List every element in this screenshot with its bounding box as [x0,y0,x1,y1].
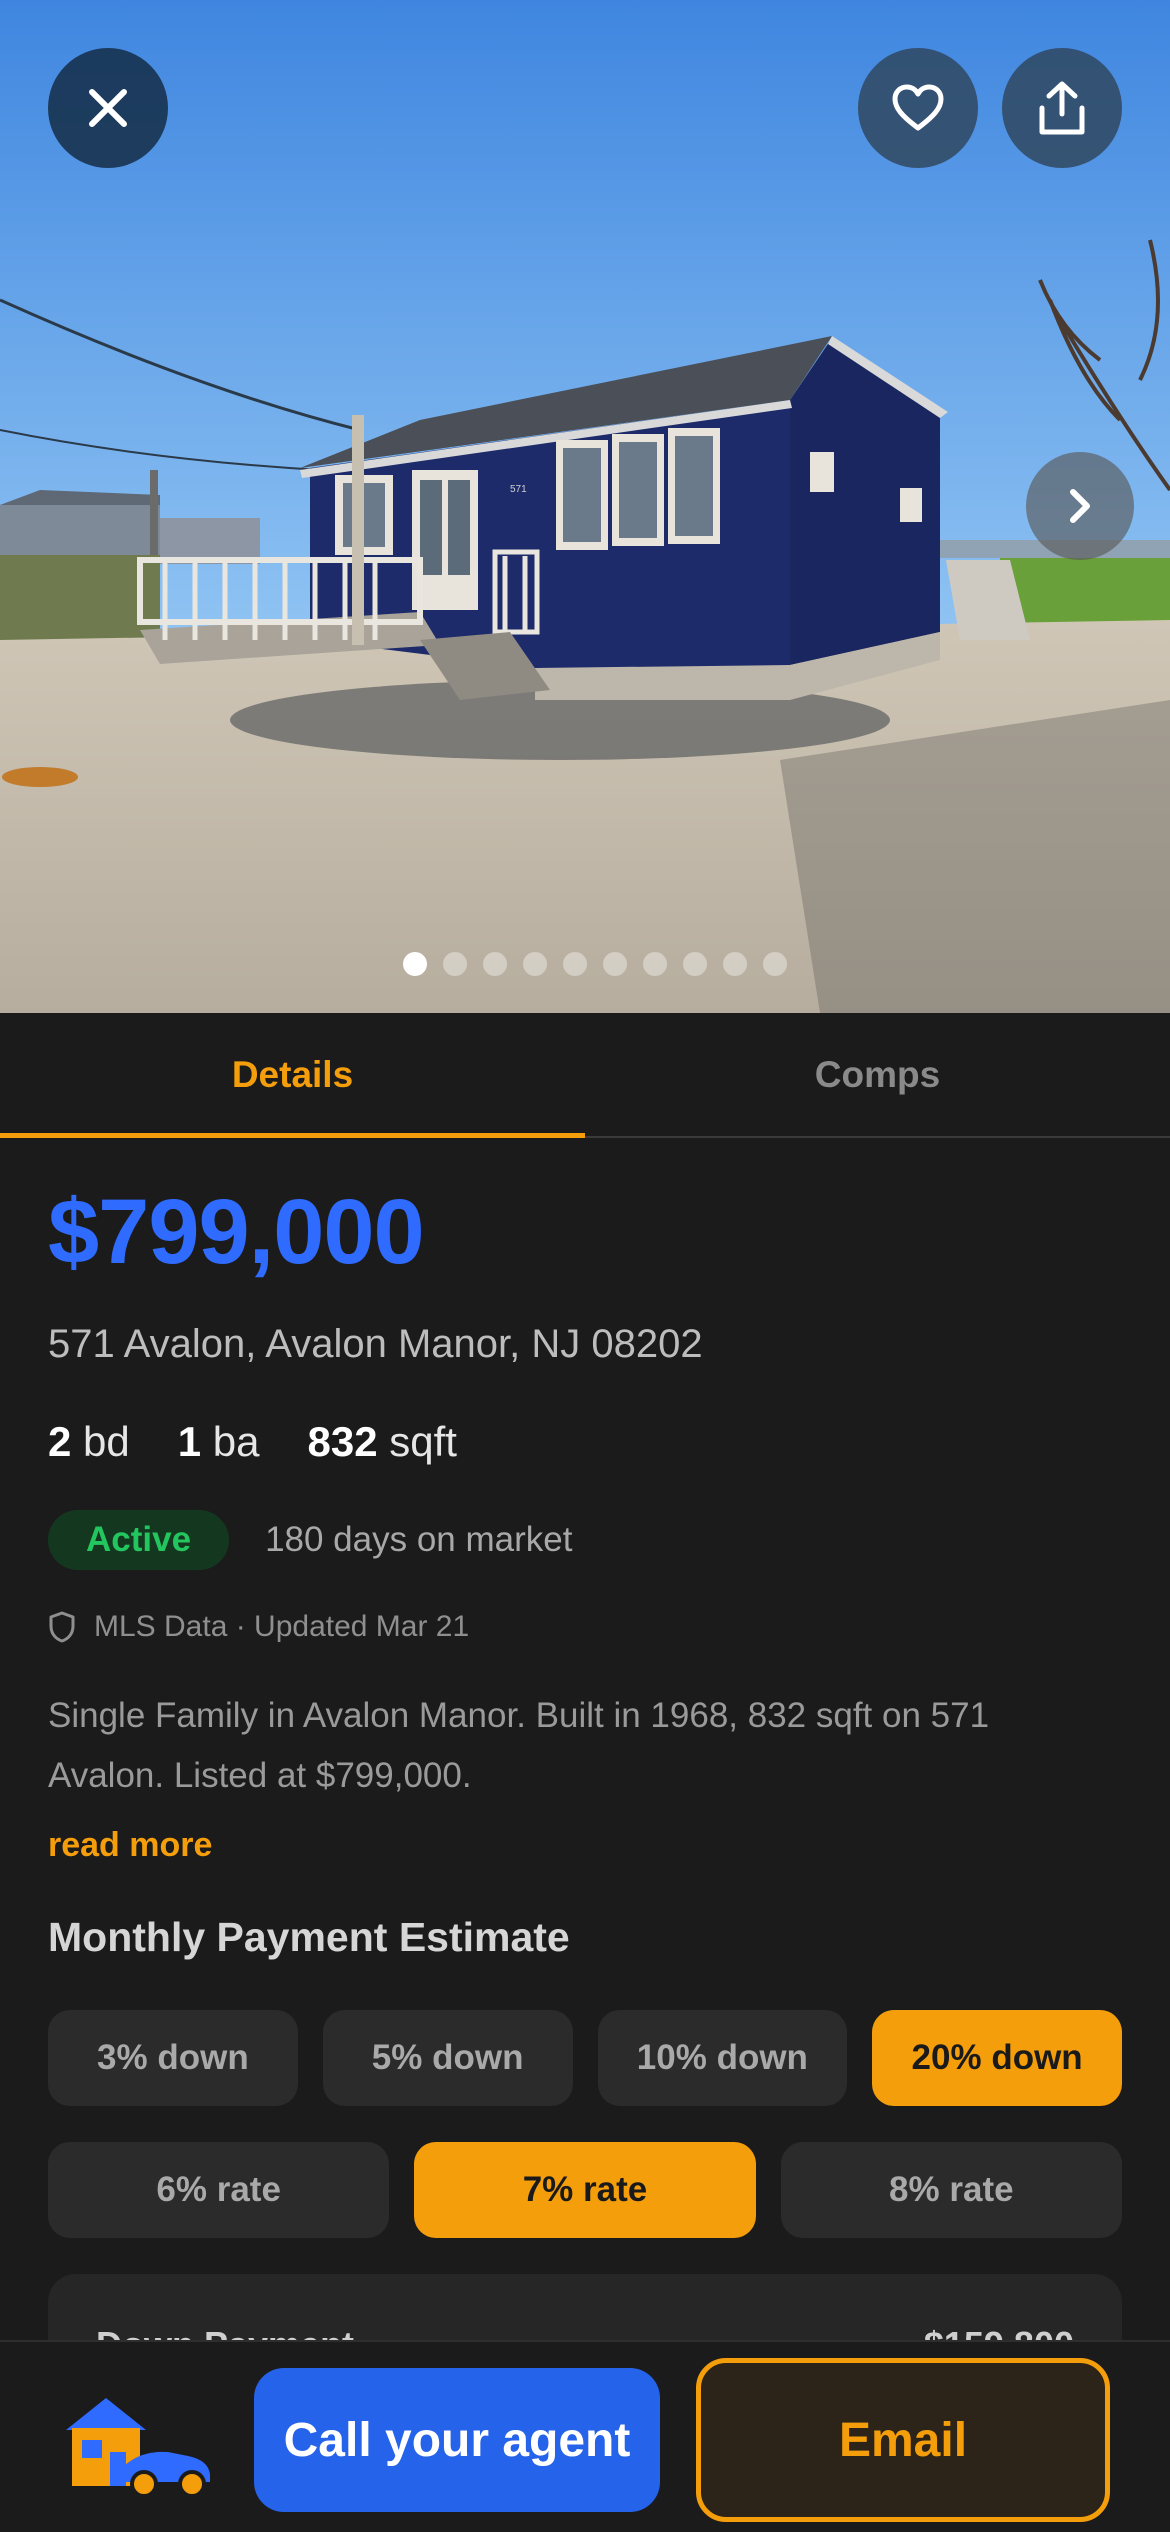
pagination-dot[interactable] [483,952,507,976]
pagination-dot[interactable] [523,952,547,976]
listing-photo-carousel[interactable]: 571 [0,0,1170,1013]
pagination-dot[interactable] [683,952,707,976]
call-agent-button[interactable]: Call your agent [254,2368,660,2512]
tab-comps[interactable]: Comps [585,1013,1170,1136]
pagination-dot[interactable] [563,952,587,976]
down-5-option[interactable]: 5% down [322,2010,573,2106]
tab-details[interactable]: Details [0,1013,585,1138]
sqft-value: 832 [307,1418,378,1465]
beds-unit: bd [83,1418,130,1465]
listing-price: $799,000 [48,1181,425,1283]
listing-address: 571 Avalon, Avalon Manor, NJ 08202 [48,1322,703,1366]
mls-text: MLS Data · Updated Mar 21 [94,1610,470,1643]
bottom-action-bar: Call your agent Email [0,2340,1170,2532]
down-10-option[interactable]: 10% down [597,2010,848,2106]
rate-6-option[interactable]: 6% rate [48,2142,390,2238]
baths-fact: 1 ba [178,1418,260,1466]
mls-source: MLS Data · Updated Mar 21 [48,1610,469,1644]
listing-detail-screen: 571 Details Comps $799,000 571 Avalon, A… [0,0,1170,2532]
share-button[interactable] [1002,48,1122,168]
pagination-dot[interactable] [443,952,467,976]
read-more-link[interactable]: read more [48,1826,212,1865]
listing-description: Single Family in Avalon Manor. Built in … [48,1696,990,1795]
rate-8-option[interactable]: 8% rate [780,2142,1122,2238]
down-payment-options: 3% down 5% down 10% down 20% down [48,2010,1122,2106]
favorite-button[interactable] [858,48,978,168]
payment-estimate-title: Monthly Payment Estimate [48,1914,570,1960]
house-car-logo [66,2398,210,2498]
house-number-plate: 571 [510,484,527,495]
next-photo-button[interactable] [1026,452,1134,560]
days-on-market: 180 days on market [265,1520,573,1559]
beds-value: 2 [48,1418,72,1465]
beds-fact: 2 bd [48,1418,130,1466]
chevron-right-icon [1070,489,1090,523]
status-badge: Active [48,1510,230,1570]
photo-pagination [0,952,1170,976]
shield-icon [49,1611,75,1643]
pagination-dot[interactable] [723,952,747,976]
down-3-option[interactable]: 3% down [48,2010,298,2106]
pagination-dot[interactable] [763,952,787,976]
sqft-fact: 832 sqft [308,1418,457,1466]
pagination-dot[interactable] [643,952,667,976]
status-row: Active 180 days on market [48,1510,572,1570]
down-20-option[interactable]: 20% down [872,2010,1122,2106]
email-button[interactable]: Email [696,2358,1110,2522]
heart-icon [892,84,944,131]
pagination-dot[interactable] [603,952,627,976]
rate-options: 6% rate 7% rate 8% rate [48,2142,1122,2238]
baths-value: 1 [177,1418,202,1465]
close-icon [89,89,127,127]
close-button[interactable] [48,48,168,168]
sqft-unit: sqft [389,1418,457,1465]
listing-photo: 571 [0,0,1170,1013]
rate-7-option[interactable]: 7% rate [414,2142,756,2238]
tab-bar: Details Comps [0,1013,1170,1138]
baths-unit: ba [212,1418,260,1465]
pagination-dot[interactable] [403,952,427,976]
share-icon [1039,81,1085,135]
listing-facts: 2 bd 1 ba 832 sqft [48,1418,457,1466]
